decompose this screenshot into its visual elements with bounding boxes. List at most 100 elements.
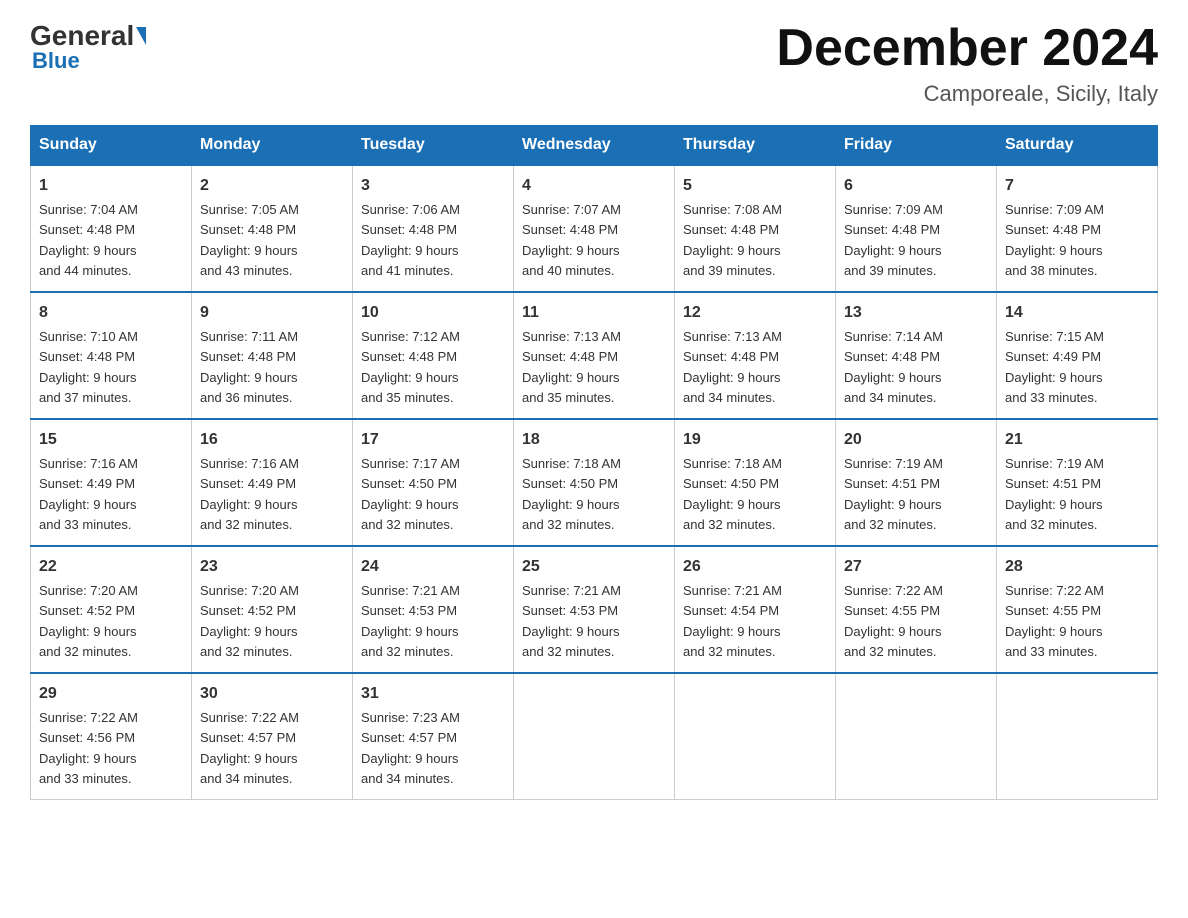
day-number: 30: [200, 682, 344, 706]
day-header-wednesday: Wednesday: [514, 126, 675, 166]
day-info: Sunrise: 7:20 AMSunset: 4:52 PMDaylight:…: [200, 583, 299, 659]
day-info: Sunrise: 7:06 AMSunset: 4:48 PMDaylight:…: [361, 202, 460, 278]
calendar-cell: 21Sunrise: 7:19 AMSunset: 4:51 PMDayligh…: [997, 419, 1158, 546]
day-header-saturday: Saturday: [997, 126, 1158, 166]
day-number: 23: [200, 555, 344, 579]
day-info: Sunrise: 7:13 AMSunset: 4:48 PMDaylight:…: [522, 329, 621, 405]
location: Camporeale, Sicily, Italy: [776, 81, 1158, 107]
day-number: 4: [522, 174, 666, 198]
day-info: Sunrise: 7:13 AMSunset: 4:48 PMDaylight:…: [683, 329, 782, 405]
day-number: 26: [683, 555, 827, 579]
day-info: Sunrise: 7:10 AMSunset: 4:48 PMDaylight:…: [39, 329, 138, 405]
calendar-cell: 23 Sunrise: 7:20 AMSunset: 4:52 PMDayligh…: [192, 546, 353, 673]
day-number: 16: [200, 428, 344, 452]
day-info: Sunrise: 7:16 AMSunset: 4:49 PMDaylight:…: [39, 456, 138, 532]
calendar-cell: 19 Sunrise: 7:18 AMSunset: 4:50 PMDayligh…: [675, 419, 836, 546]
day-number: 28: [1005, 555, 1149, 579]
day-header-sunday: Sunday: [31, 126, 192, 166]
day-info: Sunrise: 7:21 AMSunset: 4:53 PMDaylight:…: [361, 583, 460, 659]
calendar-cell: 31 Sunrise: 7:23 AMSunset: 4:57 PMDayligh…: [353, 673, 514, 800]
day-info: Sunrise: 7:22 AMSunset: 4:55 PMDaylight:…: [1005, 583, 1104, 659]
day-number: 6: [844, 174, 988, 198]
day-info: Sunrise: 7:11 AMSunset: 4:48 PMDaylight:…: [200, 329, 298, 405]
day-number: 20: [844, 428, 988, 452]
calendar-cell: 20 Sunrise: 7:19 AMSunset: 4:51 PMDayligh…: [836, 419, 997, 546]
day-number: 19: [683, 428, 827, 452]
day-number: 7: [1005, 174, 1149, 198]
calendar-header-row: SundayMondayTuesdayWednesdayThursdayFrid…: [31, 126, 1158, 166]
day-number: 25: [522, 555, 666, 579]
logo: General Blue: [30, 20, 146, 74]
day-number: 17: [361, 428, 505, 452]
calendar-cell: 15 Sunrise: 7:16 AMSunset: 4:49 PMDayligh…: [31, 419, 192, 546]
day-info: Sunrise: 7:20 AMSunset: 4:52 PMDaylight:…: [39, 583, 138, 659]
day-header-monday: Monday: [192, 126, 353, 166]
day-info: Sunrise: 7:19 AMSunset: 4:51 PMDaylight:…: [844, 456, 943, 532]
day-number: 29: [39, 682, 183, 706]
calendar-cell: 5 Sunrise: 7:08 AMSunset: 4:48 PMDaylight…: [675, 165, 836, 292]
calendar-cell: 3 Sunrise: 7:06 AMSunset: 4:48 PMDaylight…: [353, 165, 514, 292]
day-info: Sunrise: 7:14 AMSunset: 4:48 PMDaylight:…: [844, 329, 943, 405]
day-info: Sunrise: 7:08 AMSunset: 4:48 PMDaylight:…: [683, 202, 782, 278]
day-number: 8: [39, 301, 183, 325]
calendar-cell: 10 Sunrise: 7:12 AMSunset: 4:48 PMDayligh…: [353, 292, 514, 419]
calendar-week-row: 29Sunrise: 7:22 AMSunset: 4:56 PMDayligh…: [31, 673, 1158, 800]
calendar-cell: [997, 673, 1158, 800]
day-header-thursday: Thursday: [675, 126, 836, 166]
day-number: 22: [39, 555, 183, 579]
calendar-week-row: 1Sunrise: 7:04 AMSunset: 4:48 PMDaylight…: [31, 165, 1158, 292]
title-block: December 2024 Camporeale, Sicily, Italy: [776, 20, 1158, 107]
calendar-cell: 30Sunrise: 7:22 AMSunset: 4:57 PMDayligh…: [192, 673, 353, 800]
day-info: Sunrise: 7:15 AMSunset: 4:49 PMDaylight:…: [1005, 329, 1104, 405]
logo-triangle-icon: [136, 27, 146, 45]
day-info: Sunrise: 7:21 AMSunset: 4:53 PMDaylight:…: [522, 583, 621, 659]
calendar-cell: 24 Sunrise: 7:21 AMSunset: 4:53 PMDayligh…: [353, 546, 514, 673]
calendar-cell: 25 Sunrise: 7:21 AMSunset: 4:53 PMDayligh…: [514, 546, 675, 673]
logo-blue-text: Blue: [32, 48, 80, 74]
day-info: Sunrise: 7:12 AMSunset: 4:48 PMDaylight:…: [361, 329, 460, 405]
calendar-cell: 13 Sunrise: 7:14 AMSunset: 4:48 PMDayligh…: [836, 292, 997, 419]
day-info: Sunrise: 7:16 AMSunset: 4:49 PMDaylight:…: [200, 456, 299, 532]
month-title: December 2024: [776, 20, 1158, 77]
calendar-cell: [836, 673, 997, 800]
day-info: Sunrise: 7:05 AMSunset: 4:48 PMDaylight:…: [200, 202, 299, 278]
calendar-cell: 9Sunrise: 7:11 AMSunset: 4:48 PMDaylight…: [192, 292, 353, 419]
day-number: 31: [361, 682, 505, 706]
calendar-cell: 28 Sunrise: 7:22 AMSunset: 4:55 PMDayligh…: [997, 546, 1158, 673]
calendar-cell: 22 Sunrise: 7:20 AMSunset: 4:52 PMDayligh…: [31, 546, 192, 673]
day-number: 15: [39, 428, 183, 452]
calendar-week-row: 8 Sunrise: 7:10 AMSunset: 4:48 PMDaylight…: [31, 292, 1158, 419]
day-number: 10: [361, 301, 505, 325]
calendar-cell: 27Sunrise: 7:22 AMSunset: 4:55 PMDayligh…: [836, 546, 997, 673]
day-number: 14: [1005, 301, 1149, 325]
day-header-tuesday: Tuesday: [353, 126, 514, 166]
calendar-week-row: 22 Sunrise: 7:20 AMSunset: 4:52 PMDayligh…: [31, 546, 1158, 673]
calendar-cell: [675, 673, 836, 800]
calendar-cell: 1Sunrise: 7:04 AMSunset: 4:48 PMDaylight…: [31, 165, 192, 292]
day-info: Sunrise: 7:09 AMSunset: 4:48 PMDaylight:…: [1005, 202, 1104, 278]
day-info: Sunrise: 7:09 AMSunset: 4:48 PMDaylight:…: [844, 202, 943, 278]
calendar-cell: 7 Sunrise: 7:09 AMSunset: 4:48 PMDaylight…: [997, 165, 1158, 292]
day-info: Sunrise: 7:21 AMSunset: 4:54 PMDaylight:…: [683, 583, 782, 659]
day-number: 11: [522, 301, 666, 325]
calendar-cell: 6 Sunrise: 7:09 AMSunset: 4:48 PMDaylight…: [836, 165, 997, 292]
day-number: 3: [361, 174, 505, 198]
day-info: Sunrise: 7:17 AMSunset: 4:50 PMDaylight:…: [361, 456, 460, 532]
page-header: General Blue December 2024 Camporeale, S…: [30, 20, 1158, 107]
calendar-cell: 8 Sunrise: 7:10 AMSunset: 4:48 PMDaylight…: [31, 292, 192, 419]
day-number: 12: [683, 301, 827, 325]
day-info: Sunrise: 7:23 AMSunset: 4:57 PMDaylight:…: [361, 710, 460, 786]
day-number: 5: [683, 174, 827, 198]
day-info: Sunrise: 7:19 AMSunset: 4:51 PMDaylight:…: [1005, 456, 1104, 532]
calendar-cell: 11 Sunrise: 7:13 AMSunset: 4:48 PMDayligh…: [514, 292, 675, 419]
calendar-table: SundayMondayTuesdayWednesdayThursdayFrid…: [30, 125, 1158, 800]
calendar-cell: 2Sunrise: 7:05 AMSunset: 4:48 PMDaylight…: [192, 165, 353, 292]
day-info: Sunrise: 7:18 AMSunset: 4:50 PMDaylight:…: [683, 456, 782, 532]
calendar-cell: 26 Sunrise: 7:21 AMSunset: 4:54 PMDayligh…: [675, 546, 836, 673]
day-number: 24: [361, 555, 505, 579]
day-number: 13: [844, 301, 988, 325]
calendar-cell: 4Sunrise: 7:07 AMSunset: 4:48 PMDaylight…: [514, 165, 675, 292]
day-number: 18: [522, 428, 666, 452]
calendar-cell: 18Sunrise: 7:18 AMSunset: 4:50 PMDayligh…: [514, 419, 675, 546]
calendar-week-row: 15 Sunrise: 7:16 AMSunset: 4:49 PMDayligh…: [31, 419, 1158, 546]
